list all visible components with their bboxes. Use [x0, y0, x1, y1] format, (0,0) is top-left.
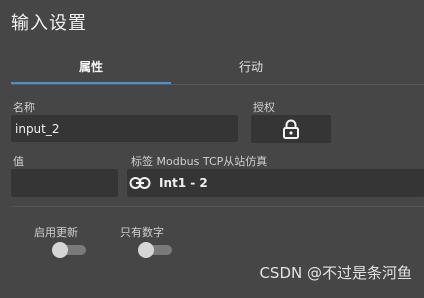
tab-bar: 属性 行动	[11, 56, 424, 85]
tab-action[interactable]: 行动	[171, 56, 331, 82]
value-field-wrapper	[11, 169, 118, 197]
name-label: 名称	[13, 101, 35, 114]
dialog-title: 输入设置	[11, 13, 87, 34]
enable-update-toggle[interactable]	[52, 242, 86, 258]
tag-value: Int1 - 2	[159, 176, 208, 190]
link-icon	[129, 177, 151, 189]
auth-label: 授权	[253, 101, 275, 114]
section-divider	[11, 206, 424, 207]
watermark-text: CSDN @不过是条河鱼	[259, 264, 412, 282]
tag-label: 标签 Modbus TCP从站仿真	[131, 155, 268, 168]
value-input[interactable]	[11, 169, 118, 197]
numbers-only-label: 只有数字	[120, 226, 164, 239]
tab-properties[interactable]: 属性	[11, 56, 171, 84]
auth-lock-button[interactable]	[251, 115, 331, 143]
name-field-wrapper	[11, 115, 238, 142]
value-label: 值	[13, 155, 24, 168]
toggle-thumb	[138, 242, 154, 258]
name-input[interactable]	[11, 115, 238, 142]
enable-update-label: 启用更新	[34, 226, 78, 239]
tag-selector[interactable]: Int1 - 2	[127, 169, 424, 197]
lock-icon	[283, 119, 299, 139]
numbers-only-toggle[interactable]	[138, 242, 172, 258]
toggle-thumb	[52, 242, 68, 258]
